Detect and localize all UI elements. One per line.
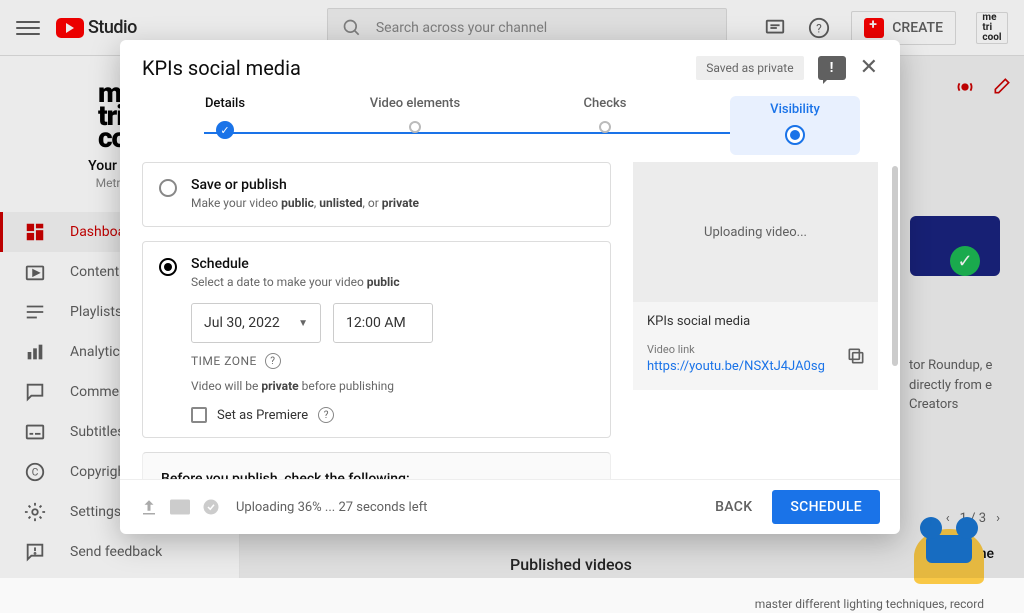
save-publish-desc: Make your video public, unlisted, or pri…: [191, 196, 419, 210]
radio-schedule[interactable]: [159, 258, 177, 276]
schedule-button[interactable]: SCHEDULE: [772, 490, 880, 524]
step-visibility[interactable]: Visibility: [730, 96, 860, 155]
chevron-down-icon: ▼: [298, 318, 308, 329]
time-picker[interactable]: 12:00 AM: [333, 303, 433, 343]
saved-badge: Saved as private: [696, 56, 803, 80]
upload-dialog: KPIs social media Saved as private ! ✕ D…: [120, 40, 900, 534]
send-feedback-icon[interactable]: !: [818, 56, 846, 80]
step-checks[interactable]: Checks: [540, 96, 670, 155]
premiere-checkbox[interactable]: [191, 407, 207, 423]
dialog-footer: Uploading 36% ... 27 seconds left BACK S…: [120, 479, 900, 534]
timezone-row[interactable]: TIME ZONE ?: [191, 353, 594, 369]
video-link-label: Video link: [647, 343, 864, 356]
schedule-option: Schedule Select a date to make your vide…: [142, 241, 611, 438]
stepper: Details ✓ Video elements Checks Visibili…: [160, 96, 860, 156]
video-preview: Uploading video...: [633, 162, 878, 302]
preview-title: KPIs social media: [647, 314, 864, 329]
premiere-checkbox-row[interactable]: Set as Premiere ?: [191, 407, 594, 423]
dialog-scrollbar[interactable]: [892, 166, 898, 366]
step-details[interactable]: Details ✓: [160, 96, 290, 155]
before-publish-card: Before you publish, check the following:: [142, 452, 611, 479]
radio-save-publish[interactable]: [159, 179, 177, 197]
step-video-elements[interactable]: Video elements: [350, 96, 480, 155]
preview-meta: KPIs social media Video link https://you…: [633, 302, 878, 390]
check-circle-icon: [202, 498, 220, 516]
bg-card-body: master different lighting techniques, re…: [755, 596, 984, 613]
schedule-hint: Video will be private before publishing: [191, 379, 594, 393]
help-icon[interactable]: ?: [265, 353, 281, 369]
save-publish-option[interactable]: Save or publish Make your video public, …: [142, 162, 611, 227]
upload-status-text: Uploading 36% ... 27 seconds left: [236, 500, 427, 515]
schedule-desc: Select a date to make your video public: [191, 275, 400, 289]
help-icon[interactable]: ?: [318, 407, 334, 423]
copy-icon[interactable]: [846, 346, 866, 366]
dialog-title: KPIs social media: [142, 56, 301, 80]
video-link[interactable]: https://youtu.be/NSXtJ4JA0sg: [647, 359, 864, 374]
upload-icon: [140, 498, 158, 516]
hd-icon: [170, 499, 190, 515]
date-picker[interactable]: Jul 30, 2022 ▼: [191, 303, 321, 343]
dialog-header: KPIs social media Saved as private ! ✕: [120, 40, 900, 96]
back-button[interactable]: BACK: [715, 499, 752, 515]
close-icon[interactable]: ✕: [860, 57, 878, 79]
